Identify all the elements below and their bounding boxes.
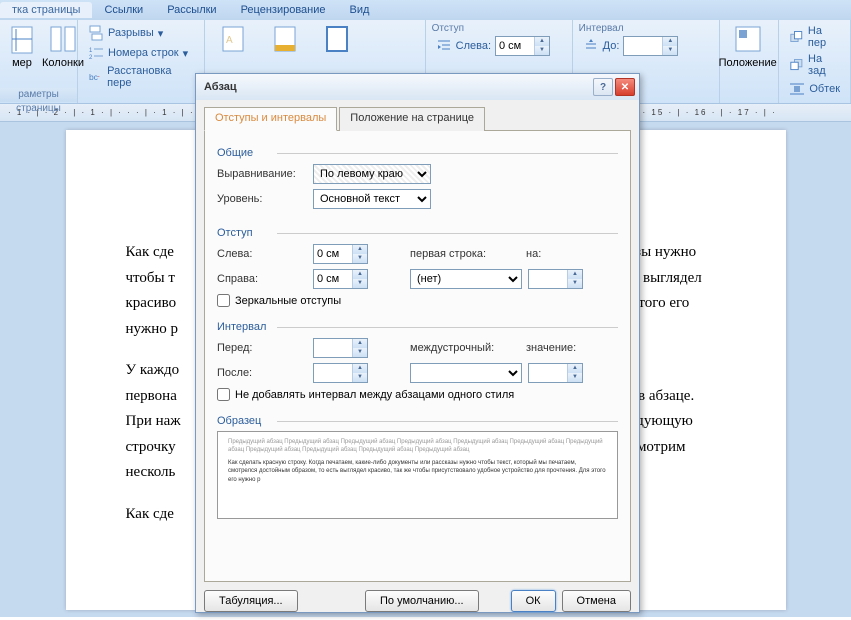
breaks-icon xyxy=(88,25,104,41)
level-select[interactable]: Основной текст xyxy=(313,189,431,209)
spacing-before-label: Перед: xyxy=(217,342,307,354)
svg-text:1: 1 xyxy=(89,48,93,54)
section-preview: Образец xyxy=(217,415,618,427)
spacing-after-spin[interactable]: ▲▼ xyxy=(313,363,368,383)
paragraph-dialog: Абзац ? ✕ Отступы и интервалы Положение … xyxy=(195,73,640,613)
tab-mailings[interactable]: Рассылки xyxy=(155,2,228,18)
value-label: значение: xyxy=(526,342,586,354)
line-numbers-button[interactable]: 12 Номера строк▾ xyxy=(84,43,198,63)
spacing-after-label: После: xyxy=(217,367,307,379)
spacing-group-title: Интервал xyxy=(579,23,713,34)
first-line-select[interactable]: (нет) xyxy=(410,269,522,289)
indent-group-title: Отступ xyxy=(432,23,566,34)
dont-add-space-checkbox[interactable]: Не добавлять интервал между абзацами одн… xyxy=(217,388,618,401)
spacing-before-icon xyxy=(583,38,599,54)
section-general: Общие xyxy=(217,147,618,159)
dialog-title: Абзац xyxy=(204,81,591,93)
page-borders-icon xyxy=(321,23,353,55)
first-line-by-spin[interactable]: ▲▼ xyxy=(528,269,583,289)
default-button[interactable]: По умолчанию... xyxy=(365,590,479,612)
section-indent: Отступ xyxy=(217,227,618,239)
tab-page-layout[interactable]: тка страницы xyxy=(0,2,92,18)
watermark-button[interactable]: A xyxy=(211,23,255,55)
tab-review[interactable]: Рецензирование xyxy=(229,2,338,18)
text-wrap-button[interactable]: Обтек xyxy=(785,79,844,99)
line-spacing-select[interactable] xyxy=(410,363,522,383)
bring-front-icon xyxy=(789,29,804,45)
tab-page-position[interactable]: Положение на странице xyxy=(339,107,485,131)
svg-text:2: 2 xyxy=(89,55,93,61)
indent-left-spin[interactable]: ▲▼ xyxy=(313,244,368,264)
line-spacing-label: междустрочный: xyxy=(410,342,520,354)
line-numbers-icon: 12 xyxy=(88,45,104,61)
position-button[interactable]: Положение xyxy=(726,23,770,69)
send-back-icon xyxy=(789,57,804,73)
level-label: Уровень: xyxy=(217,193,307,205)
dialog-titlebar[interactable]: Абзац ? ✕ xyxy=(196,74,639,100)
tab-indents-spacing[interactable]: Отступы и интервалы xyxy=(204,107,337,131)
indent-right-label: Справа: xyxy=(217,273,307,285)
section-spacing: Интервал xyxy=(217,321,618,333)
send-back-button[interactable]: На зад xyxy=(785,51,844,79)
spacing-before-spin[interactable]: ▲▼ xyxy=(313,338,368,358)
line-spacing-value-spin[interactable]: ▲▼ xyxy=(528,363,583,383)
breaks-button[interactable]: Разрывы▾ xyxy=(84,23,198,43)
hyphenation-icon: bc- xyxy=(88,69,103,85)
close-button[interactable]: ✕ xyxy=(615,78,635,96)
cancel-button[interactable]: Отмена xyxy=(562,590,631,612)
wrap-icon xyxy=(789,81,805,97)
preview-box: Предыдущий абзац Предыдущий абзац Предыд… xyxy=(217,431,618,519)
tab-view[interactable]: Вид xyxy=(338,2,382,18)
svg-text:A: A xyxy=(226,35,233,46)
watermark-icon: A xyxy=(217,23,249,55)
indent-right-spin[interactable]: ▲▼ xyxy=(313,269,368,289)
first-line-label: первая строка: xyxy=(410,248,520,260)
page-borders-button[interactable] xyxy=(315,23,359,55)
spacing-before-row: До: ▲▼ xyxy=(579,34,713,58)
mirror-indents-checkbox[interactable]: Зеркальные отступы xyxy=(217,294,618,307)
by-label: на: xyxy=(526,248,586,260)
position-icon xyxy=(732,23,764,55)
page-params-label: раметры страницы xyxy=(0,88,77,102)
help-button[interactable]: ? xyxy=(593,78,613,96)
svg-text:-: - xyxy=(97,73,99,80)
page-color-button[interactable] xyxy=(263,23,307,55)
alignment-select[interactable]: По левому краю xyxy=(313,164,431,184)
alignment-label: Выравнивание: xyxy=(217,168,307,180)
columns-icon xyxy=(47,23,79,55)
tab-links[interactable]: Ссылки xyxy=(92,2,155,18)
size-button[interactable]: мер xyxy=(6,23,38,69)
indent-left-spinner[interactable]: ▲▼ xyxy=(495,36,550,56)
hyphenation-button[interactable]: bc- Расстановка пере xyxy=(84,63,198,91)
indent-left-row: Слева: ▲▼ xyxy=(432,34,566,58)
page-color-icon xyxy=(269,23,301,55)
size-icon xyxy=(6,23,38,55)
bring-front-button[interactable]: На пер xyxy=(785,23,844,51)
ok-button[interactable]: ОК xyxy=(511,590,556,612)
spacing-before-spinner[interactable]: ▲▼ xyxy=(623,36,678,56)
indent-left-label: Слева: xyxy=(217,248,307,260)
indent-left-icon xyxy=(436,38,452,54)
tabs-button[interactable]: Табуляция... xyxy=(204,590,298,612)
